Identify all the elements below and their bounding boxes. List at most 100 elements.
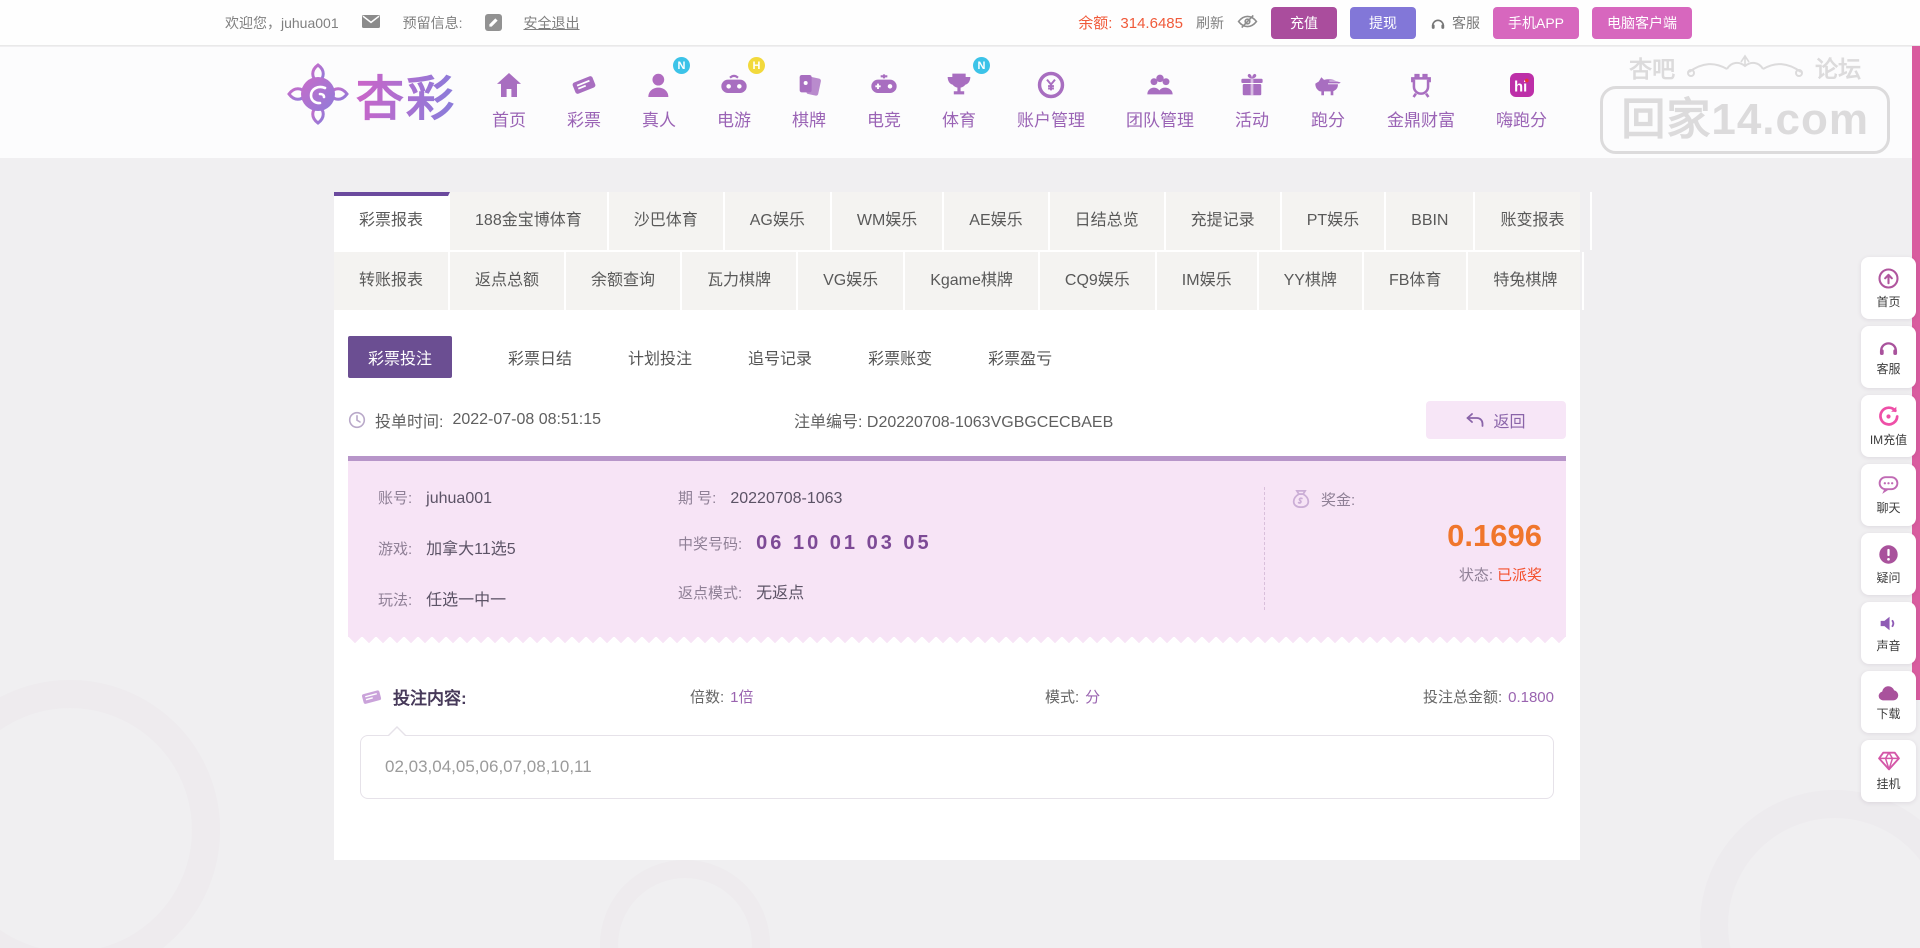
speaker-icon — [1877, 613, 1900, 634]
badge-n: N — [973, 57, 990, 74]
sidebar-question[interactable]: 疑问 — [1861, 533, 1916, 595]
tab[interactable]: 转账报表 — [334, 252, 450, 310]
sidebar-im-recharge[interactable]: IM充值 — [1861, 395, 1916, 457]
tab[interactable]: 充提记录 — [1166, 192, 1282, 250]
tab[interactable]: Kgame棋牌 — [905, 252, 1040, 310]
tab[interactable]: 日结总览 — [1050, 192, 1166, 250]
withdraw-button[interactable]: 提现 — [1350, 7, 1416, 39]
nav-activity[interactable]: 活动 — [1235, 61, 1269, 131]
home-icon — [492, 61, 526, 101]
nav-team[interactable]: 团队管理 — [1126, 61, 1194, 131]
nav-live[interactable]: N 真人 — [642, 61, 676, 131]
refresh-c-icon — [1877, 405, 1900, 428]
edit-reserved-icon[interactable] — [485, 14, 502, 31]
win-numbers-label: 中奖号码: — [678, 536, 742, 553]
subtab-bet[interactable]: 彩票投注 — [348, 336, 452, 378]
brand-logo[interactable]: 杏彩 — [286, 59, 456, 129]
subtab[interactable]: 彩票日结 — [508, 345, 572, 369]
mail-icon[interactable] — [361, 14, 381, 32]
tab[interactable]: AG娱乐 — [725, 192, 832, 250]
diamond-icon — [1877, 750, 1901, 772]
subtab[interactable]: 彩票账变 — [868, 345, 932, 369]
headset-icon — [1429, 15, 1447, 31]
recharge-button[interactable]: 充值 — [1271, 7, 1337, 39]
tabs-row-1: 彩票报表 188金宝博体育 沙巴体育 AG娱乐 WM娱乐 AE娱乐 日结总览 充… — [334, 192, 1580, 250]
tab[interactable]: 余额查询 — [566, 252, 682, 310]
subtab[interactable]: 彩票盈亏 — [988, 345, 1052, 369]
bet-ticket-panel: 账号:juhua001 游戏:加拿大11选5 玩法:任选一中一 期 号:2022… — [348, 456, 1566, 646]
nav-cards[interactable]: 棋牌 — [792, 61, 826, 131]
total-label: 投注总金额: — [1423, 689, 1502, 706]
gamepad-icon: H — [717, 61, 751, 101]
coin-icon — [1017, 61, 1085, 101]
welcome-text: 欢迎您，juhua001 — [225, 13, 339, 33]
tab[interactable]: VG娱乐 — [798, 252, 905, 310]
logout-link[interactable]: 安全退出 — [524, 13, 580, 33]
tab[interactable]: 特兔棋牌 — [1468, 252, 1584, 310]
customer-service[interactable]: 客服 — [1429, 13, 1480, 33]
exclamation-circle-icon — [1877, 543, 1900, 566]
cards-icon — [792, 61, 826, 101]
back-button[interactable]: 返回 — [1426, 401, 1566, 439]
tab[interactable]: 188金宝博体育 — [450, 192, 609, 250]
svg-text:hi: hi — [1514, 79, 1527, 95]
cloud-icon — [1876, 683, 1901, 702]
nav-jinding[interactable]: 金鼎财富 — [1387, 61, 1455, 131]
tab[interactable]: 沙巴体育 — [609, 192, 725, 250]
balance-label: 余额: — [1078, 15, 1112, 32]
bet-content-label: 投注内容: — [393, 684, 467, 709]
tab[interactable]: AE娱乐 — [944, 192, 1049, 250]
tab[interactable]: 返点总额 — [450, 252, 566, 310]
bet-summary-row: 投注内容: 倍数:1倍 模式:分 投注总金额:0.1800 — [360, 684, 1554, 709]
rebate-label: 返点模式: — [678, 585, 742, 602]
balance: 余额:314.6485 — [1078, 12, 1183, 33]
nav-egames[interactable]: H 电游 — [717, 61, 751, 131]
order-info-row: 投单时间: 2022-07-08 08:51:15 注单编号: D2022070… — [348, 400, 1566, 440]
tab[interactable]: CQ9娱乐 — [1040, 252, 1157, 310]
sidebar-sound[interactable]: 声音 — [1861, 602, 1916, 664]
headphones-icon — [1877, 337, 1900, 357]
nav-lottery[interactable]: 彩票 — [567, 61, 601, 131]
tab[interactable]: 彩票报表 — [334, 192, 450, 250]
sidebar-download[interactable]: 下载 — [1861, 671, 1916, 733]
nav-paofen[interactable]: 跑分 — [1310, 61, 1346, 131]
decorative-swirl — [600, 860, 770, 948]
nav-home[interactable]: 首页 — [492, 61, 526, 131]
sidebar-autoplay[interactable]: 挂机 — [1861, 740, 1916, 802]
lottery-ticket-icon — [567, 61, 601, 101]
eye-off-icon[interactable] — [1237, 13, 1258, 33]
tab[interactable]: BBIN — [1386, 192, 1475, 250]
tab[interactable]: 账变报表 — [1475, 192, 1591, 250]
account-value: juhua001 — [426, 490, 492, 507]
nav-esports[interactable]: 电竞 — [867, 61, 901, 131]
nav-haipaofen[interactable]: hi 嗨跑分 — [1496, 61, 1547, 131]
subtab[interactable]: 计划投注 — [628, 345, 692, 369]
live-person-icon: N — [642, 61, 676, 101]
tab[interactable]: 瓦力棋牌 — [682, 252, 798, 310]
decorative-swirl — [0, 680, 220, 948]
account-label: 账号: — [378, 490, 412, 507]
sidebar-chat[interactable]: 聊天 — [1861, 464, 1916, 526]
tab[interactable]: WM娱乐 — [832, 192, 944, 250]
tab[interactable]: PT娱乐 — [1282, 192, 1386, 250]
multiple-value: 1倍 — [730, 689, 753, 706]
trophy-icon: N — [942, 61, 976, 101]
refresh-link[interactable]: 刷新 — [1196, 13, 1224, 33]
nav-sports[interactable]: N 体育 — [942, 61, 976, 131]
esports-gamepad-icon — [867, 61, 901, 101]
sidebar-home[interactable]: 首页 — [1861, 257, 1916, 319]
sidebar-service[interactable]: 客服 — [1861, 326, 1916, 388]
ding-vessel-icon — [1387, 61, 1455, 101]
nav-account[interactable]: 账户管理 — [1017, 61, 1085, 131]
total-value: 0.1800 — [1508, 689, 1554, 706]
subtab[interactable]: 追号记录 — [748, 345, 812, 369]
tab[interactable]: IM娱乐 — [1157, 252, 1259, 310]
tab[interactable]: FB体育 — [1364, 252, 1468, 310]
pc-client-button[interactable]: 电脑客户端 — [1592, 7, 1692, 39]
issue-label: 期 号: — [678, 490, 716, 507]
reserved-info-label: 预留信息: — [403, 13, 463, 33]
tab[interactable]: YY棋牌 — [1259, 252, 1364, 310]
prize-value: 0.1696 — [1289, 518, 1542, 554]
bet-ticket-icon — [360, 687, 384, 707]
mobile-app-button[interactable]: 手机APP — [1493, 7, 1579, 39]
